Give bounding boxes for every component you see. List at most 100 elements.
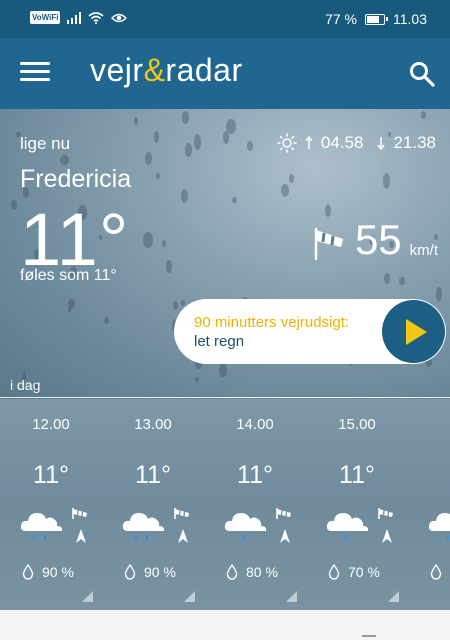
raindrop-icon — [226, 564, 238, 580]
vowifi-badge: VoWiFi — [30, 11, 61, 24]
divider — [0, 397, 450, 398]
status-bar-right: 77 % 11.03 — [325, 11, 427, 27]
raindrop-icon — [328, 564, 340, 580]
wind-unit: km/t — [409, 242, 438, 259]
sun-icon — [277, 133, 297, 153]
today-label: i dag — [10, 377, 41, 393]
nowcast-card[interactable]: 90 minutters vejrudsigt: let regn — [174, 299, 446, 364]
raindrop-decoration — [180, 188, 188, 203]
precipitation: 90 % — [22, 564, 74, 580]
raindrop-decoration — [145, 152, 153, 166]
corner-marker — [82, 591, 93, 602]
raindrop-icon — [22, 564, 34, 580]
raindrop-decoration — [10, 199, 18, 211]
hour-temperature: 11° — [135, 461, 171, 489]
hour-time: 16 — [408, 416, 450, 433]
raindrop-icon — [124, 564, 136, 580]
search-button[interactable] — [408, 60, 436, 88]
hour-column[interactable]: 14.00 11° 80 % — [204, 399, 306, 610]
rain-cloud-icon — [18, 507, 66, 543]
hour-time: 13.00 — [134, 416, 172, 433]
hour-column[interactable]: 15.00 11° 70 % — [306, 399, 408, 610]
hour-time: 15.00 — [338, 416, 376, 433]
play-icon — [406, 319, 427, 345]
rain-cloud-icon — [120, 507, 168, 543]
feels-like: føles som 11° — [20, 267, 117, 284]
city-name[interactable]: Fredericia — [20, 165, 131, 194]
precipitation: 80 % — [226, 564, 278, 580]
precipitation — [430, 564, 450, 580]
hour-time: 14.00 — [236, 416, 274, 433]
raindrop-decoration — [219, 362, 228, 378]
raindrop-decoration — [156, 173, 160, 179]
status-bar-left: VoWiFi — [30, 11, 128, 24]
raindrop-decoration — [182, 111, 189, 124]
rain-cloud-icon — [222, 507, 270, 543]
nowcast-text: let regn — [194, 333, 245, 350]
windsock-small-icon — [70, 507, 92, 547]
raindrop-icon — [430, 564, 442, 580]
raindrop-decoration — [185, 142, 193, 157]
wifi-icon — [88, 11, 104, 24]
precipitation: 90 % — [124, 564, 176, 580]
now-label: lige nu — [20, 134, 71, 153]
play-button[interactable] — [382, 300, 445, 363]
raindrop-decoration — [173, 301, 178, 310]
arrow-down-icon — [377, 137, 386, 150]
hour-column[interactable]: 16 1 — [408, 399, 450, 610]
signal-icon — [67, 11, 82, 24]
raindrop-decoration — [420, 110, 426, 119]
eye-comfort-icon — [111, 13, 128, 22]
raindrop-decoration — [133, 117, 139, 125]
corner-marker — [286, 591, 297, 602]
clock: 11.03 — [393, 11, 427, 27]
search-icon — [410, 62, 435, 87]
bottom-fragment — [362, 635, 376, 637]
raindrop-decoration — [104, 317, 109, 324]
battery-fill — [367, 15, 379, 23]
brand-left: vejr — [90, 52, 144, 88]
app-bar: vejr&radar — [0, 38, 450, 109]
raindrop-decoration — [325, 203, 332, 217]
hourly-forecast[interactable]: 12.00 11° 90 % 13.00 11° 90 % 14.00 11° … — [0, 399, 450, 610]
raindrop-decoration — [165, 260, 173, 273]
brand-logo[interactable]: vejr&radar — [90, 52, 243, 89]
precipitation: 70 % — [328, 564, 380, 580]
status-bar: VoWiFi 77 % 11.03 — [0, 0, 450, 38]
menu-line — [20, 70, 50, 73]
hour-column[interactable]: 13.00 11° 90 % — [102, 399, 204, 610]
corner-marker — [388, 591, 399, 602]
hour-column[interactable]: 12.00 11° 90 % — [0, 399, 102, 610]
windsock-small-icon — [274, 507, 296, 547]
windsock-small-icon — [172, 507, 194, 547]
menu-button[interactable] — [20, 62, 50, 84]
raindrop-decoration — [399, 276, 405, 285]
windsock-small-icon — [376, 507, 398, 547]
hour-temperature: 11° — [237, 461, 273, 489]
menu-line — [20, 62, 50, 65]
brand-ampersand: & — [143, 52, 166, 88]
raindrop-decoration — [382, 173, 391, 189]
wind-speed: 55 — [354, 216, 402, 263]
raindrop-decoration — [289, 174, 294, 183]
rain-cloud-icon — [426, 507, 450, 543]
battery-icon — [365, 13, 388, 25]
raindrop-decoration — [67, 298, 76, 309]
menu-line — [20, 78, 50, 81]
sun-times: 04.58 21.38 — [277, 133, 436, 153]
raindrop-decoration — [383, 273, 390, 284]
sunrise-time: 04.58 — [320, 133, 364, 152]
raindrop-decoration — [162, 239, 166, 248]
arrow-up-icon — [305, 136, 313, 149]
hour-temperature: 11° — [339, 461, 375, 489]
raindrop-decoration — [194, 134, 202, 150]
hour-temperature: 11° — [33, 461, 69, 489]
windsock-icon — [314, 227, 343, 261]
precipitation-value: 90 % — [144, 564, 176, 580]
nowcast-title: 90 minutters vejrudsigt: — [194, 314, 350, 331]
raindrop-decoration — [60, 155, 69, 166]
wind-readout: 55 km/t — [311, 219, 438, 261]
raindrop-decoration — [226, 118, 237, 135]
raindrop-decoration — [435, 286, 443, 301]
raindrop-decoration — [195, 376, 200, 382]
